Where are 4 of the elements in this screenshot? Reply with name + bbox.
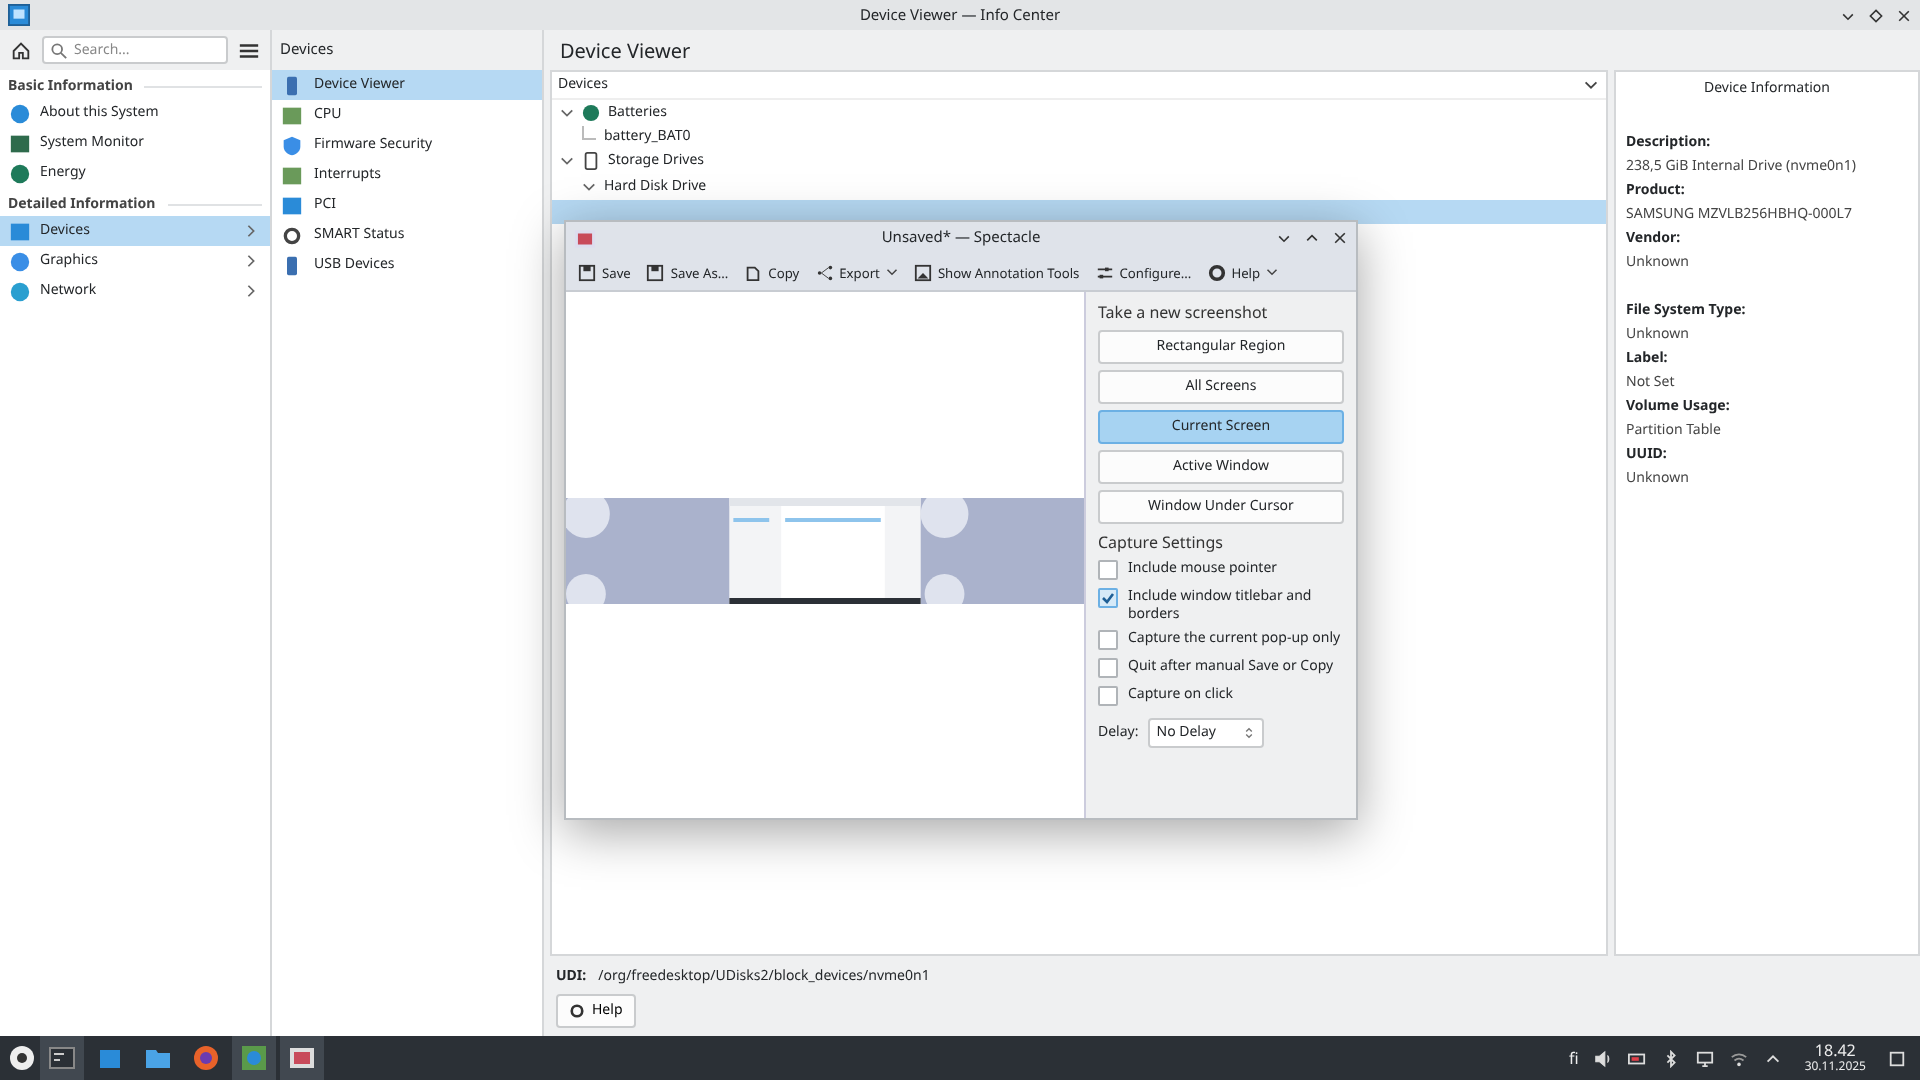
keyboard-layout[interactable]: fi <box>1562 1047 1585 1069</box>
section-heading: Capture Settings <box>1098 532 1225 554</box>
section-heading: Take a new screenshot <box>1098 302 1270 324</box>
page-title: Device Viewer <box>560 36 691 64</box>
